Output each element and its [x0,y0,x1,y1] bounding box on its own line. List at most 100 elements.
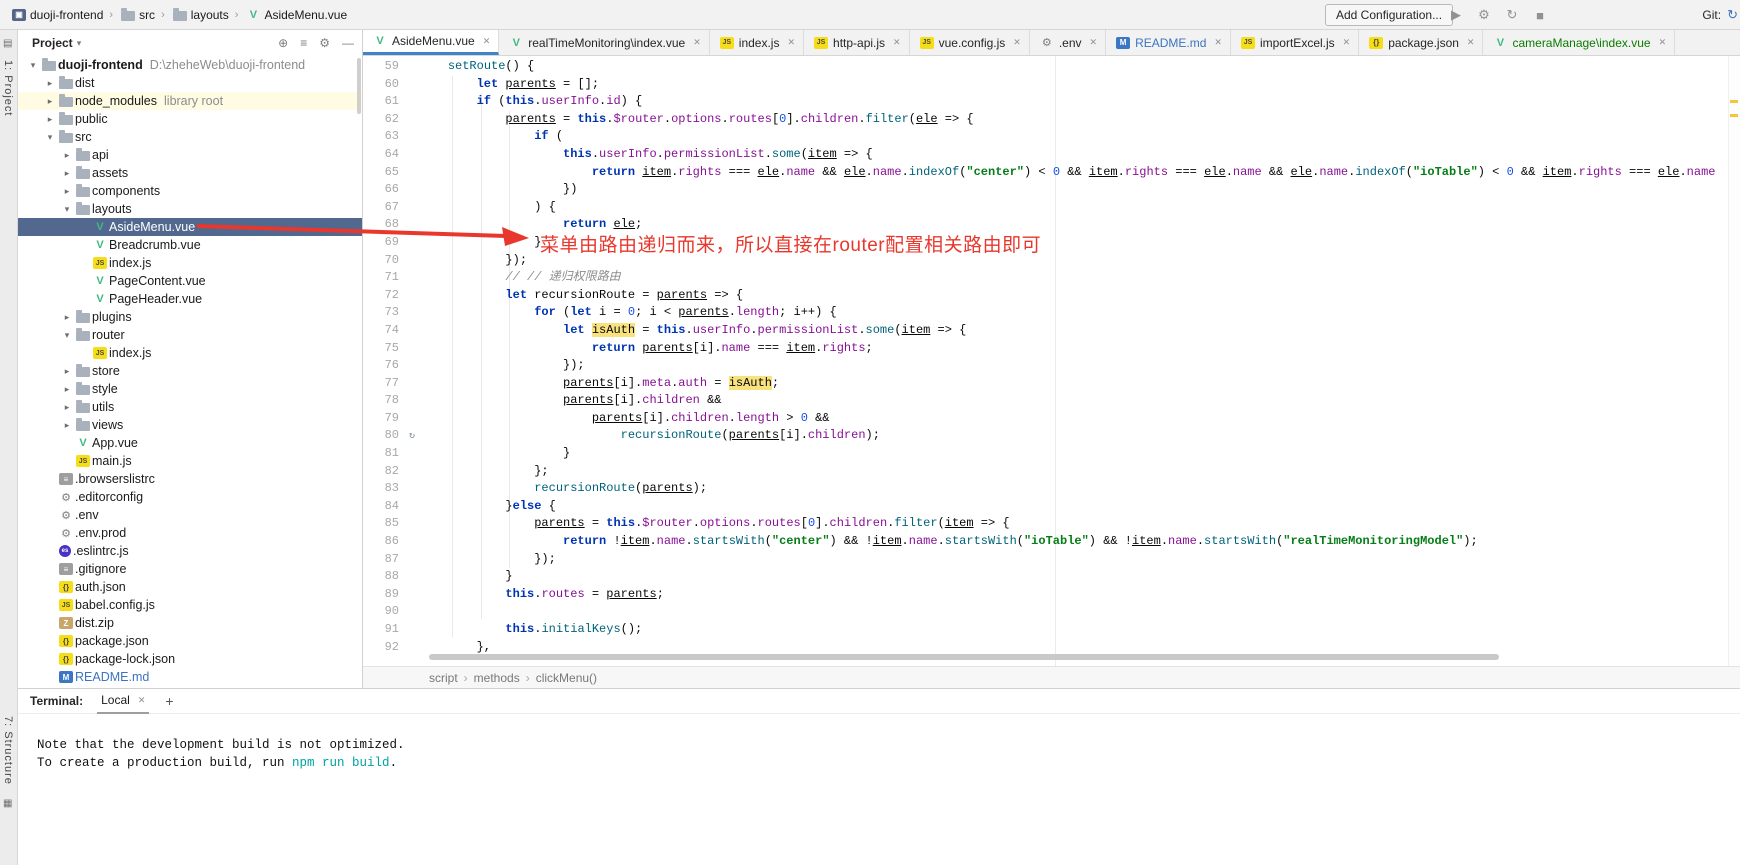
code-line[interactable]: 70 }); [363,252,1728,270]
tree-item-.editorconfig[interactable]: ⚙.editorconfig [18,488,362,506]
tab-close-icon[interactable]: ✕ [483,36,491,47]
code-line[interactable]: 90 [363,603,1728,621]
expand-arrow-icon[interactable]: ▸ [43,78,57,89]
code-line[interactable]: 72 let recursionRoute = parents => { [363,287,1728,305]
expand-arrow-icon[interactable]: ▸ [60,186,74,197]
build-icon[interactable]: ⚙ [1475,7,1493,23]
tree-item-dist.zip[interactable]: Zdist.zip [18,614,362,632]
tree-item-asidemenu.vue[interactable]: VAsideMenu.vue [18,218,362,236]
project-tree-scrollbar[interactable] [357,58,361,114]
tab-close-icon[interactable]: ✕ [1467,37,1475,48]
code-editor[interactable]: 59 setRoute() {60 let parents = [];61 if… [363,56,1740,666]
collapse-arrow-icon[interactable]: ▾ [60,204,74,215]
tree-item-duoji-frontend[interactable]: ▾duoji-frontendD:\zheheWeb\duoji-fronten… [18,56,362,74]
code-line[interactable]: 65 return item.rights === ele.name && el… [363,164,1728,182]
code-line[interactable]: 80 recursionRoute(parents[i].children);↻ [363,427,1728,445]
tree-item-package-lock.json[interactable]: {}package-lock.json [18,650,362,668]
expand-arrow-icon[interactable]: ▸ [43,96,57,107]
tree-item-.gitignore[interactable]: ≡.gitignore [18,560,362,578]
tab-close-icon[interactable]: ✕ [787,37,795,48]
tree-item-readme.md[interactable]: MREADME.md [18,668,362,686]
tree-item-api[interactable]: ▸api [18,146,362,164]
horizontal-scrollbar[interactable] [429,654,1499,660]
git-widget[interactable]: Git: ↻ [1702,0,1738,30]
code-line[interactable]: 83 recursionRoute(parents); [363,480,1728,498]
vertical-scrollbar[interactable] [1728,56,1740,666]
tab-realtimemonitoring-index.vue[interactable]: VrealTimeMonitoring\index.vue✕ [499,30,710,55]
tree-item-pagecontent.vue[interactable]: VPageContent.vue [18,272,362,290]
code-line[interactable]: 77 parents[i].meta.auth = isAuth; [363,375,1728,393]
breadcrumb-item-src[interactable]: src [119,8,155,22]
tree-item-package.json[interactable]: {}package.json [18,632,362,650]
locate-icon[interactable]: ⊕ [278,36,288,50]
code-line[interactable]: 67 ) { [363,199,1728,217]
editor-breadcrumb-item[interactable]: script [429,671,458,685]
tree-item-public[interactable]: ▸public [18,110,362,128]
code-line[interactable]: 88 } [363,568,1728,586]
tree-item-assets[interactable]: ▸assets [18,164,362,182]
tree-item-auth.json[interactable]: {}auth.json [18,578,362,596]
expand-arrow-icon[interactable]: ▸ [60,402,74,413]
tab-close-icon[interactable]: ✕ [1214,37,1222,48]
tree-item-breadcrumb.vue[interactable]: VBreadcrumb.vue [18,236,362,254]
tab-close-icon[interactable]: ✕ [1090,37,1098,48]
tree-item-index.js[interactable]: JSindex.js [18,254,362,272]
code-line[interactable]: 66 }) [363,181,1728,199]
code-line[interactable]: 74 let isAuth = this.userInfo.permission… [363,322,1728,340]
structure-stripe-button[interactable]: 7: Structure [2,716,14,785]
tree-item-views[interactable]: ▸views [18,416,362,434]
tree-item-plugins[interactable]: ▸plugins [18,308,362,326]
settings-icon[interactable]: ⚙ [319,36,330,50]
code-line[interactable]: 85 parents = this.$router.options.routes… [363,515,1728,533]
code-line[interactable]: 84 }else { [363,498,1728,516]
tab-.env[interactable]: ⚙.env✕ [1030,30,1106,55]
tab-close-icon[interactable]: ✕ [1659,37,1667,48]
tab-importexcel.js[interactable]: JSimportExcel.js✕ [1231,30,1359,55]
refresh-icon[interactable]: ↻ [1503,7,1521,23]
tree-item-components[interactable]: ▸components [18,182,362,200]
tab-close-icon[interactable]: ✕ [693,37,701,48]
hide-icon[interactable]: — [342,36,354,50]
code-line[interactable]: 59 setRoute() { [363,58,1728,76]
new-terminal-button[interactable]: + [165,693,173,709]
code-line[interactable]: 79 parents[i].children.length > 0 && [363,410,1728,428]
tree-item-index.js[interactable]: JSindex.js [18,344,362,362]
expand-arrow-icon[interactable]: ▸ [60,366,74,377]
editor-breadcrumb-item[interactable]: clickMenu() [536,671,597,685]
project-stripe-button[interactable]: 1: Project [2,60,14,116]
tree-item-utils[interactable]: ▸utils [18,398,362,416]
tree-item-.eslintrc.js[interactable]: es.eslintrc.js [18,542,362,560]
code-line[interactable]: 86 return !item.name.startsWith("center"… [363,533,1728,551]
expand-arrow-icon[interactable]: ▸ [60,168,74,179]
code-line[interactable]: 62 parents = this.$router.options.routes… [363,111,1728,129]
expand-arrow-icon[interactable]: ▸ [60,312,74,323]
expand-arrow-icon[interactable]: ▸ [43,114,57,125]
code-line[interactable]: 63 if ( [363,128,1728,146]
code-line[interactable]: 82 }; [363,463,1728,481]
code-line[interactable]: 64 this.userInfo.permissionList.some(ite… [363,146,1728,164]
git-update-icon[interactable]: ↻ [1727,7,1738,23]
tree-item-.env[interactable]: ⚙.env [18,506,362,524]
code-line[interactable]: 68 return ele; [363,216,1728,234]
code-line[interactable]: 81 } [363,445,1728,463]
tree-item-dist[interactable]: ▸dist [18,74,362,92]
tree-item-src[interactable]: ▾src [18,128,362,146]
breadcrumb-item-asidemenu.vue[interactable]: VAsideMenu.vue [244,8,347,22]
tree-item-babel.config.js[interactable]: JSbabel.config.js [18,596,362,614]
tree-item-pageheader.vue[interactable]: VPageHeader.vue [18,290,362,308]
tree-item-layouts[interactable]: ▾layouts [18,200,362,218]
add-configuration-button[interactable]: Add Configuration... [1325,4,1453,26]
code-line[interactable]: 73 for (let i = 0; i < parents.length; i… [363,304,1728,322]
tab-vue.config.js[interactable]: JSvue.config.js✕ [910,30,1030,55]
editor-breadcrumb-item[interactable]: methods [474,671,520,685]
tab-close-icon[interactable]: ✕ [893,37,901,48]
tab-close-icon[interactable]: ✕ [1013,37,1021,48]
code-line[interactable]: 71 // // 递归权限路由 [363,269,1728,287]
code-line[interactable]: 69 } [363,234,1728,252]
code-line[interactable]: 87 }); [363,551,1728,569]
tab-index.js[interactable]: JSindex.js✕ [710,30,804,55]
expand-arrow-icon[interactable]: ▸ [60,420,74,431]
terminal-tab-local[interactable]: Local ✕ [97,689,149,714]
terminal-output[interactable]: Note that the development build is not o… [18,714,1740,772]
tree-item-.browserslistrc[interactable]: ≡.browserslistrc [18,470,362,488]
